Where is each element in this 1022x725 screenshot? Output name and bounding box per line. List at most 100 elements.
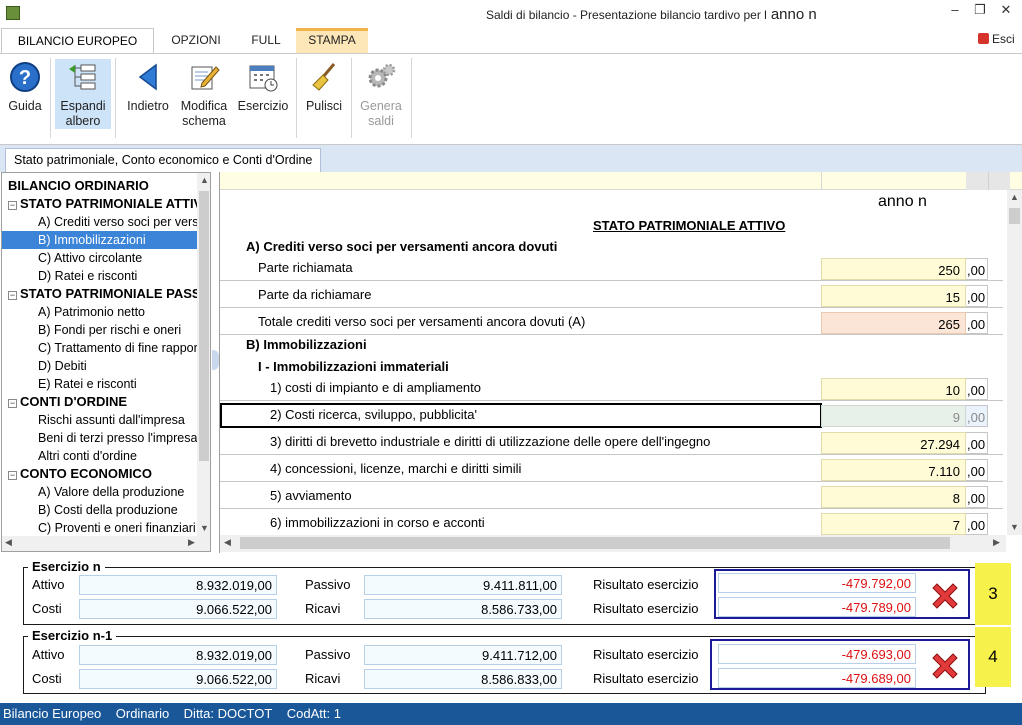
indietro-button[interactable]: Indietro [120,59,176,129]
value-cell[interactable]: 250 [821,258,966,280]
passivo-field: 9.411.811,00 [364,575,562,595]
tree-item-selected[interactable]: B) Immobilizzazioni [2,231,197,249]
tree-item[interactable]: Beni di terzi presso l'impresa [38,429,197,447]
grid-hscroll-thumb[interactable] [240,537,950,549]
tab-stato-patrimoniale[interactable]: Stato patrimoniale, Conto economico e Co… [5,148,322,172]
column-header-anno: anno n [878,193,927,210]
tree-item[interactable]: A) Patrimonio netto [38,303,145,321]
decimal-cell: ,00 [966,486,988,508]
tree-node-sp-passivo[interactable]: − STATO PATRIMONIALE PASSIVO [8,285,210,303]
tree-item[interactable]: C) Proventi e oneri finanziari [38,519,196,537]
tree-horizontal-scrollbar[interactable]: ◀ ▶ [2,536,210,551]
grid-scroll-thumb[interactable] [1009,208,1020,224]
tree-scroll-thumb[interactable] [199,191,209,461]
pulisci-button[interactable]: Pulisci [300,59,348,129]
restore-icon[interactable]: ❐ [968,2,992,22]
section-title: STATO PATRIMONIALE ATTIVO [593,218,786,233]
tab-opzioni[interactable]: OPZIONI [160,28,232,53]
scroll-right-icon[interactable]: ▶ [993,537,1000,548]
tree-item[interactable]: Rischi assunti dall'impresa [38,411,185,429]
scroll-down-icon[interactable]: ▼ [1010,522,1019,532]
esercizio-button[interactable]: Esercizio [234,59,292,129]
help-icon: ? [10,62,40,92]
collapse-icon[interactable]: − [8,201,17,210]
exit-icon [978,33,989,44]
table-row: 6) immobilizzazioni in corso e acconti 7… [220,510,1003,536]
decimal-cell: ,00 [966,378,988,400]
tree-node-sp-attivo[interactable]: − STATO PATRIMONIALE ATTIVO [8,195,210,213]
tree-item[interactable]: C) Trattamento di fine rapporto [38,339,208,357]
ricavi-field: 8.586.733,00 [364,599,562,619]
risultato-field: -479.792,00 [718,573,916,593]
tree-item[interactable]: E) Ratei e risconti [38,375,137,393]
content-tab-strip: Stato patrimoniale, Conto economico e Co… [0,145,1022,172]
collapse-icon[interactable]: − [8,399,17,408]
app-icon [6,6,20,20]
scroll-right-icon[interactable]: ▶ [188,537,195,548]
badge-4: 4 [975,627,1011,687]
tab-bilancio-europeo[interactable]: BILANCIO EUROPEO [1,28,154,53]
risultato-field: -479.693,00 [718,644,916,664]
tree-item[interactable]: C) Attivo circolante [38,249,142,267]
value-cell[interactable]: 9 [821,405,966,427]
tree-node-conto-economico[interactable]: − CONTO ECONOMICO [8,465,152,483]
tab-full[interactable]: FULL [240,28,292,53]
value-cell[interactable]: 15 [821,285,966,307]
minimize-icon[interactable]: – [943,2,967,22]
error-x-icon [932,653,958,679]
collapse-icon[interactable]: − [8,291,17,300]
scroll-down-icon[interactable]: ▼ [200,523,209,533]
tree-node-conti-ordine[interactable]: − CONTI D'ORDINE [8,393,127,411]
value-cell[interactable]: 7 [821,513,966,535]
gears-icon [368,63,396,88]
decimal-cell: ,00 [966,285,988,307]
costi-field: 9.066.522,00 [79,599,277,619]
error-x-icon [932,583,958,609]
close-icon[interactable]: ✕ [994,2,1018,22]
tree-item[interactable]: D) Ratei e risconti [38,267,137,285]
risultato-field: -479.689,00 [718,668,916,688]
scroll-left-icon[interactable]: ◀ [224,537,231,548]
grid-horizontal-scrollbar[interactable]: ◀ ▶ [220,535,1006,552]
panel-title: Esercizio n-1 [28,628,117,643]
tree-item[interactable]: A) Valore della produzione [38,483,184,501]
tree-item[interactable]: Altri conti d'ordine [38,447,137,465]
edit-schema-icon [191,66,220,90]
tree-view[interactable]: BILANCIO ORDINARIO − STATO PATRIMONIALE A… [1,172,211,552]
splitter-handle[interactable] [212,350,219,370]
attivo-field: 8.932.019,00 [79,575,277,595]
decimal-cell: ,00 [966,459,988,481]
tree-item[interactable]: B) Costi della produzione [38,501,178,519]
scroll-up-icon[interactable]: ▲ [1010,192,1019,202]
modifica-schema-button[interactable]: Modifica schema [176,59,232,129]
ribbon-tabs: BILANCIO EUROPEO OPZIONI FULL STAMPA Esc… [0,28,1022,53]
value-cell[interactable]: 10 [821,378,966,400]
title-bar: Saldi di bilancio - Presentazione bilanc… [0,0,1022,28]
calendar-icon [249,65,278,92]
value-cell[interactable]: 8 [821,486,966,508]
decimal-cell: ,00 [966,432,988,454]
tab-stampa[interactable]: STAMPA [296,28,368,53]
grid-vertical-scrollbar[interactable]: ▲ ▼ [1007,190,1022,535]
exit-button[interactable]: Esci [978,32,1015,46]
table-row: 4) concessioni, licenze, marchi e diritt… [220,456,1003,482]
scroll-left-icon[interactable]: ◀ [5,537,12,548]
collapse-icon[interactable]: − [8,471,17,480]
tree-root[interactable]: BILANCIO ORDINARIO [8,177,149,195]
tree-item[interactable]: B) Fondi per rischi e oneri [38,321,181,339]
esercizio-n-1-panel: Esercizio n-1 Attivo 8.932.019,00 Passiv… [23,628,986,694]
table-row: 1) costi di impianto e di ampliamento 10… [220,375,1003,401]
total-cell: 265 [821,312,966,334]
guida-button[interactable]: ? Guida [3,59,47,129]
espandi-albero-button[interactable]: Espandi albero [55,59,111,129]
genera-saldi-button[interactable]: Genera saldi [353,59,409,129]
value-cell[interactable]: 27.294 [821,432,966,454]
tree-item[interactable]: D) Debiti [38,357,87,375]
tree-item[interactable]: A) Crediti verso soci per versamenti anc… [38,213,210,231]
risultato-field: -479.789,00 [718,597,916,617]
scroll-up-icon[interactable]: ▲ [200,175,209,185]
tree-expand-icon [69,64,96,90]
value-cell[interactable]: 7.110 [821,459,966,481]
decimal-cell: ,00 [966,258,988,280]
table-row: 5) avviamento 8 ,00 [220,483,1003,509]
